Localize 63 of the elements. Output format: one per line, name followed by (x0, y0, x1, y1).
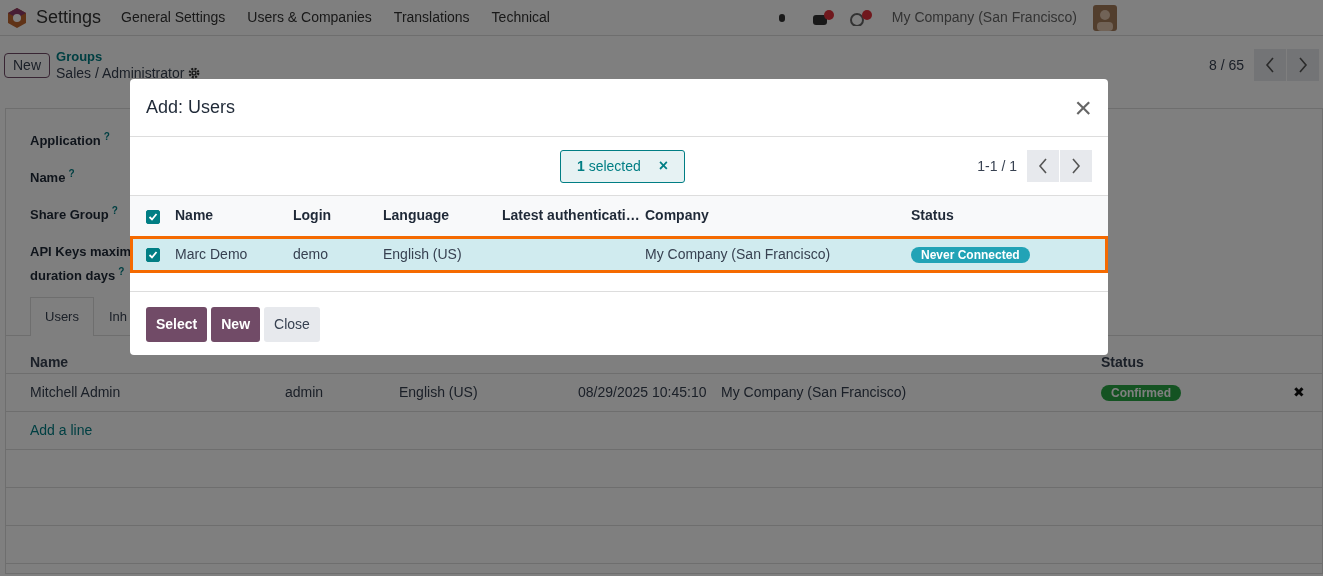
dialog-button[interactable]: New (211, 306, 261, 342)
settings-icon[interactable] (188, 67, 201, 79)
pager-text: 1-1 / 1 (977, 156, 1017, 176)
dialog-button[interactable]: Close (264, 306, 320, 342)
next-button[interactable] (1287, 49, 1319, 81)
record-title: Sales / Administrator (56, 65, 185, 81)
field-label: Name (30, 169, 66, 187)
new-button[interactable]: New (4, 52, 50, 78)
field-label: Application (30, 132, 101, 150)
chat-icon[interactable] (811, 9, 834, 26)
table-cell: admin (285, 384, 324, 400)
table-cell: My Company (San Francisco) (645, 245, 831, 262)
clear-selection-button[interactable]: × (658, 158, 669, 174)
chevron-left-icon (1038, 158, 1048, 174)
app-title[interactable]: Settings (36, 4, 102, 31)
logo-icon[interactable] (6, 6, 28, 29)
pager-text: 8 / 65 (1208, 57, 1244, 73)
field-label: API Keys maxim (30, 243, 132, 261)
chevron-left-icon (1265, 57, 1275, 73)
previous-button[interactable] (1027, 150, 1059, 182)
menu-item[interactable]: General Settings (121, 7, 226, 28)
column-header: Name (30, 354, 69, 370)
help-icon[interactable]: ? (111, 205, 118, 216)
table-cell: demo (293, 245, 329, 262)
table-cell: Mitchell Admin (30, 384, 121, 400)
menu-item[interactable]: Users & Companies (247, 7, 372, 28)
table-cell: My Company (San Francisco) (721, 384, 907, 400)
column-header[interactable]: Name (175, 207, 214, 224)
tab[interactable]: Users (30, 297, 94, 336)
table-row[interactable]: Marc Demo demo English (US) My Company (San Francisco) Never Connected (130, 235, 1108, 273)
avatar-icon[interactable] (1093, 4, 1117, 31)
column-header[interactable]: Company (645, 207, 709, 224)
column-header[interactable]: Login (293, 207, 332, 224)
status-badge: Confirmed (1101, 385, 1181, 401)
tab[interactable]: Inh (93, 297, 143, 336)
row-checkbox[interactable] (146, 247, 160, 262)
company-name[interactable]: My Company (San Francisco) (891, 7, 1077, 28)
dialog-title: Add: Users (146, 96, 236, 119)
menu-item[interactable]: Translations (393, 7, 470, 28)
chevron-right-icon (1071, 158, 1081, 174)
close-button[interactable]: × (1074, 92, 1092, 123)
help-icon[interactable]: ? (118, 265, 125, 277)
column-header[interactable]: Status (911, 207, 954, 224)
table-cell: Marc Demo (175, 245, 248, 262)
help-icon[interactable]: ? (68, 168, 75, 179)
menu-item[interactable]: Technical (491, 7, 550, 28)
selection-count: 1 selected (577, 156, 641, 176)
breadcrumb-link[interactable]: Groups (56, 49, 201, 65)
table-cell: English (US) (399, 384, 478, 400)
table-cell: English (US) (383, 245, 462, 262)
field-label: duration days (30, 266, 116, 285)
column-header: Status (1101, 354, 1144, 370)
add-line-link[interactable]: Add a line (30, 422, 93, 438)
dialog-button[interactable]: Select (146, 306, 208, 342)
next-button[interactable] (1060, 150, 1092, 182)
help-icon[interactable]: ? (103, 131, 110, 142)
table-cell: 08/29/2025 10:45:10 (578, 384, 707, 400)
select-all-checkbox[interactable] (146, 209, 160, 224)
chevron-right-icon (1298, 57, 1308, 73)
remove-icon[interactable]: ✖ (1293, 384, 1305, 400)
field-label: Share Group (30, 206, 109, 224)
previous-button[interactable] (1254, 49, 1286, 81)
status-badge: Never Connected (911, 246, 1030, 263)
